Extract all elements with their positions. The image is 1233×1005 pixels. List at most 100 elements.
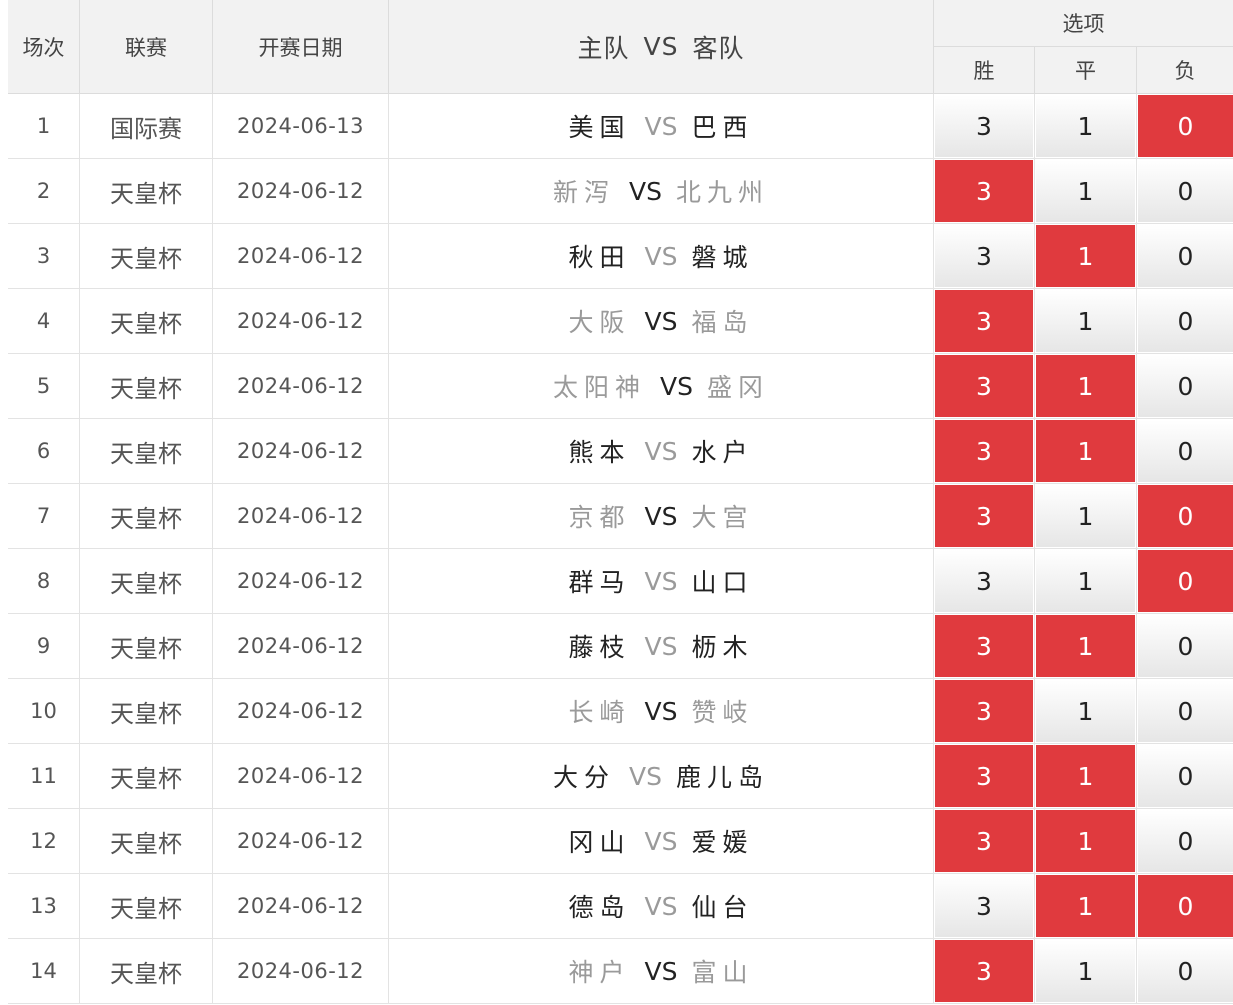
row-date: 2024-06-12 bbox=[213, 354, 389, 419]
row-index: 12 bbox=[8, 809, 80, 874]
row-index: 3 bbox=[8, 224, 80, 289]
option-loss-button[interactable]: 0 bbox=[1138, 95, 1233, 157]
option-loss-button[interactable]: 0 bbox=[1138, 940, 1233, 1002]
option-draw-button[interactable]: 1 bbox=[1036, 745, 1135, 807]
home-team: 熊本 bbox=[568, 438, 631, 467]
option-loss-button[interactable]: 0 bbox=[1138, 160, 1233, 222]
row-date: 2024-06-12 bbox=[213, 939, 389, 1004]
option-loss-button[interactable]: 0 bbox=[1138, 290, 1233, 352]
option-win-button[interactable]: 3 bbox=[935, 550, 1033, 612]
away-team: 水户 bbox=[691, 438, 754, 467]
option-win-button[interactable]: 3 bbox=[935, 485, 1033, 547]
option-win-button[interactable]: 3 bbox=[935, 615, 1033, 677]
row-league: 天皇杯 bbox=[80, 159, 213, 224]
row-index: 4 bbox=[8, 289, 80, 354]
home-team: 太阳神 bbox=[552, 373, 646, 402]
away-team: 富山 bbox=[691, 958, 754, 987]
option-loss-button[interactable]: 0 bbox=[1138, 420, 1233, 482]
option-win-button[interactable]: 3 bbox=[935, 290, 1033, 352]
row-match: 冈山 VS 爱媛 bbox=[389, 809, 934, 874]
table-row: 7 天皇杯 2024-06-12 京都 VS 大宫 3 1 0 bbox=[8, 484, 1233, 549]
option-draw-button[interactable]: 1 bbox=[1036, 940, 1135, 1002]
option-draw-button[interactable]: 1 bbox=[1036, 615, 1135, 677]
option-draw-button[interactable]: 1 bbox=[1036, 810, 1135, 872]
row-match: 神户 VS 富山 bbox=[389, 939, 934, 1004]
row-index: 13 bbox=[8, 874, 80, 939]
home-team: 冈山 bbox=[568, 828, 631, 857]
table-row: 12 天皇杯 2024-06-12 冈山 VS 爱媛 3 1 0 bbox=[8, 809, 1233, 874]
option-loss-button[interactable]: 0 bbox=[1138, 875, 1233, 937]
vs-label: VS bbox=[644, 956, 678, 986]
table-row: 11 天皇杯 2024-06-12 大分 VS 鹿儿岛 3 1 0 bbox=[8, 744, 1233, 809]
vs-label: VS bbox=[644, 826, 678, 856]
option-draw-button[interactable]: 1 bbox=[1036, 355, 1135, 417]
option-win-button[interactable]: 3 bbox=[935, 940, 1033, 1002]
option-draw-button[interactable]: 1 bbox=[1036, 290, 1135, 352]
option-win-button[interactable]: 3 bbox=[935, 355, 1033, 417]
row-match: 美国 VS 巴西 bbox=[389, 94, 934, 159]
option-draw-button[interactable]: 1 bbox=[1036, 160, 1135, 222]
option-loss-button[interactable]: 0 bbox=[1138, 745, 1233, 807]
home-team: 德岛 bbox=[568, 893, 631, 922]
option-draw-button[interactable]: 1 bbox=[1036, 95, 1135, 157]
option-loss-button[interactable]: 0 bbox=[1138, 485, 1233, 547]
header-options: 选项 bbox=[934, 0, 1233, 47]
row-league: 国际赛 bbox=[80, 94, 213, 159]
home-team: 大阪 bbox=[568, 308, 631, 337]
row-index: 1 bbox=[8, 94, 80, 159]
row-index: 9 bbox=[8, 614, 80, 679]
option-win-button[interactable]: 3 bbox=[935, 680, 1033, 742]
vs-label: VS bbox=[644, 631, 678, 661]
vs-label: VS bbox=[644, 111, 678, 141]
option-loss-button[interactable]: 0 bbox=[1138, 810, 1233, 872]
row-index: 8 bbox=[8, 549, 80, 614]
home-team: 神户 bbox=[568, 958, 631, 987]
vs-label: VS bbox=[644, 566, 678, 596]
option-loss-button[interactable]: 0 bbox=[1138, 355, 1233, 417]
option-win-button[interactable]: 3 bbox=[935, 420, 1033, 482]
away-team: 仙台 bbox=[691, 893, 754, 922]
vs-label: VS bbox=[644, 891, 678, 921]
row-league: 天皇杯 bbox=[80, 419, 213, 484]
away-team: 北九州 bbox=[675, 178, 769, 207]
away-team: 磐城 bbox=[691, 243, 754, 272]
row-league: 天皇杯 bbox=[80, 614, 213, 679]
option-win-button[interactable]: 3 bbox=[935, 160, 1033, 222]
option-draw-button[interactable]: 1 bbox=[1036, 680, 1135, 742]
row-league: 天皇杯 bbox=[80, 354, 213, 419]
option-loss-button[interactable]: 0 bbox=[1138, 680, 1233, 742]
option-win-button[interactable]: 3 bbox=[935, 810, 1033, 872]
option-draw-button[interactable]: 1 bbox=[1036, 550, 1135, 612]
table-row: 13 天皇杯 2024-06-12 德岛 VS 仙台 3 1 0 bbox=[8, 874, 1233, 939]
vs-label: VS bbox=[644, 696, 678, 726]
option-loss-button[interactable]: 0 bbox=[1138, 225, 1233, 287]
away-team: 大宫 bbox=[691, 503, 754, 532]
option-draw-button[interactable]: 1 bbox=[1036, 420, 1135, 482]
header-match: 主队 VS 客队 bbox=[389, 0, 934, 94]
away-team: 鹿儿岛 bbox=[675, 763, 769, 792]
row-match: 长崎 VS 赞岐 bbox=[389, 679, 934, 744]
row-match: 大分 VS 鹿儿岛 bbox=[389, 744, 934, 809]
option-draw-button[interactable]: 1 bbox=[1036, 875, 1135, 937]
row-date: 2024-06-12 bbox=[213, 484, 389, 549]
option-loss-button[interactable]: 0 bbox=[1138, 615, 1233, 677]
row-match: 大阪 VS 福岛 bbox=[389, 289, 934, 354]
option-draw-button[interactable]: 1 bbox=[1036, 225, 1135, 287]
away-team: 盛冈 bbox=[706, 373, 769, 402]
option-win-button[interactable]: 3 bbox=[935, 225, 1033, 287]
row-league: 天皇杯 bbox=[80, 809, 213, 874]
option-loss-button[interactable]: 0 bbox=[1138, 550, 1233, 612]
option-draw-button[interactable]: 1 bbox=[1036, 485, 1135, 547]
option-win-button[interactable]: 3 bbox=[935, 95, 1033, 157]
option-win-button[interactable]: 3 bbox=[935, 745, 1033, 807]
row-index: 2 bbox=[8, 159, 80, 224]
header-opt-draw: 平 bbox=[1035, 47, 1137, 94]
table-row: 14 天皇杯 2024-06-12 神户 VS 富山 3 1 0 bbox=[8, 939, 1233, 1004]
row-match: 德岛 VS 仙台 bbox=[389, 874, 934, 939]
vs-label: VS bbox=[644, 436, 678, 466]
option-win-button[interactable]: 3 bbox=[935, 875, 1033, 937]
home-team: 京都 bbox=[568, 503, 631, 532]
header-league: 联赛 bbox=[80, 0, 213, 94]
table-row: 3 天皇杯 2024-06-12 秋田 VS 磐城 3 1 0 bbox=[8, 224, 1233, 289]
vs-label: VS bbox=[629, 176, 662, 206]
